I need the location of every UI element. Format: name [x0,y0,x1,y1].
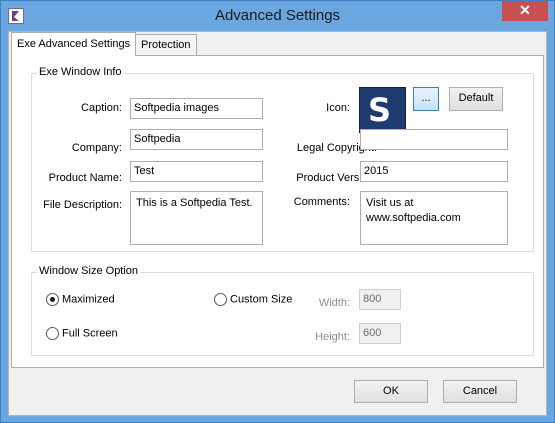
custom-size-radio[interactable]: Custom Size [214,293,292,309]
product-version-input[interactable]: 2015 [360,161,508,182]
radio-checked-icon [46,293,59,306]
s-logo-icon: S [368,91,392,129]
width-label: Width: [318,297,350,309]
default-icon-button[interactable]: Default [449,87,503,111]
ok-button[interactable]: OK [354,380,428,403]
custom-size-label: Custom Size [230,293,293,306]
file-description-textarea[interactable]: This is a Softpedia Test. [130,191,263,245]
browse-icon-button[interactable]: ... [413,87,439,111]
maximized-radio[interactable]: Maximized [46,293,115,309]
window-title: Advanced Settings [214,7,341,24]
icon-label: Icon: [326,102,350,114]
comments-label: Comments: [293,196,350,208]
window: Advanced Settings ✕ Exe Advanced Setting… [0,0,555,423]
dialog-body: Exe Advanced Settings Protection Exe Win… [8,31,547,416]
company-label: Company: [71,142,122,154]
close-button[interactable]: ✕ [502,1,548,21]
close-icon: ✕ [519,2,531,18]
full-screen-radio[interactable]: Full Screen [46,327,118,343]
legal-copyright-input[interactable] [360,129,508,150]
caption-input[interactable]: Softpedia images [130,98,263,119]
company-input[interactable]: Softpedia [130,129,263,150]
cancel-button[interactable]: Cancel [443,380,517,403]
tab-protection[interactable]: Protection [135,34,197,56]
caption-label: Caption: [81,102,122,114]
exe-window-info-label: Exe Window Info [37,66,124,78]
comments-textarea[interactable]: Visit us at www.softpedia.com [360,191,508,245]
product-name-input[interactable]: Test [130,161,263,182]
tab-page: Exe Window Info Caption: Softpedia image… [11,55,544,368]
full-screen-label: Full Screen [62,327,118,340]
product-name-label: Product Name: [48,172,122,184]
radio-unchecked-icon [214,293,227,306]
radio-unchecked-icon [46,327,59,340]
height-input[interactable]: 600 [359,323,401,344]
tab-exe-advanced-settings[interactable]: Exe Advanced Settings [11,32,137,56]
icon-preview: S [359,87,406,133]
title-bar[interactable]: Advanced Settings ✕ [1,1,554,31]
file-description-label: File Description: [43,199,122,211]
height-label: Height: [315,331,350,343]
window-size-option-group: Window Size Option [31,265,534,356]
width-input[interactable]: 800 [359,289,401,310]
maximized-label: Maximized [62,293,115,306]
window-size-option-label: Window Size Option [37,265,141,277]
